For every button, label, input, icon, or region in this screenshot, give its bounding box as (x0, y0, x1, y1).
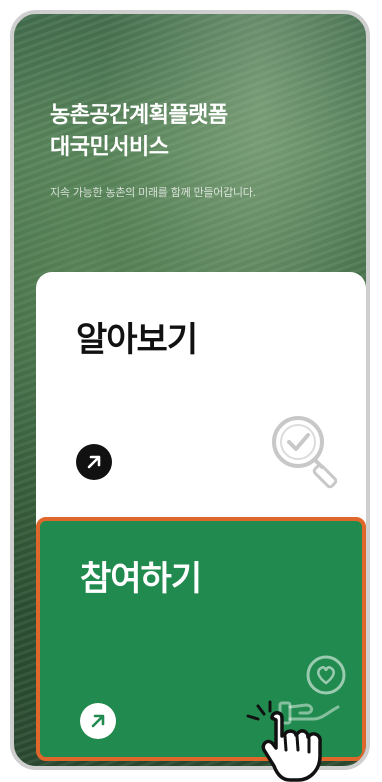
join-card-title: 참여하기 (80, 559, 202, 599)
arrow-up-right-icon (87, 455, 101, 469)
join-arrow-button[interactable] (80, 703, 116, 739)
learn-arrow-button[interactable] (76, 444, 112, 480)
hand-pointer-icon (246, 700, 322, 782)
learn-card-title: 알아보기 (76, 320, 198, 360)
magnifier-check-icon (272, 416, 338, 489)
app-screen: 농촌공간계획플랫폼 대국민서비스 지속 가능한 농촌의 미래를 함께 만들어갑니… (10, 10, 370, 770)
arrow-up-right-icon (91, 714, 105, 728)
hero-subtitle: 지속 가능한 농촌의 미래를 함께 만들어갑니다. (50, 186, 256, 199)
hero-title: 농촌공간계획플랫폼 대국민서비스 (50, 103, 228, 160)
